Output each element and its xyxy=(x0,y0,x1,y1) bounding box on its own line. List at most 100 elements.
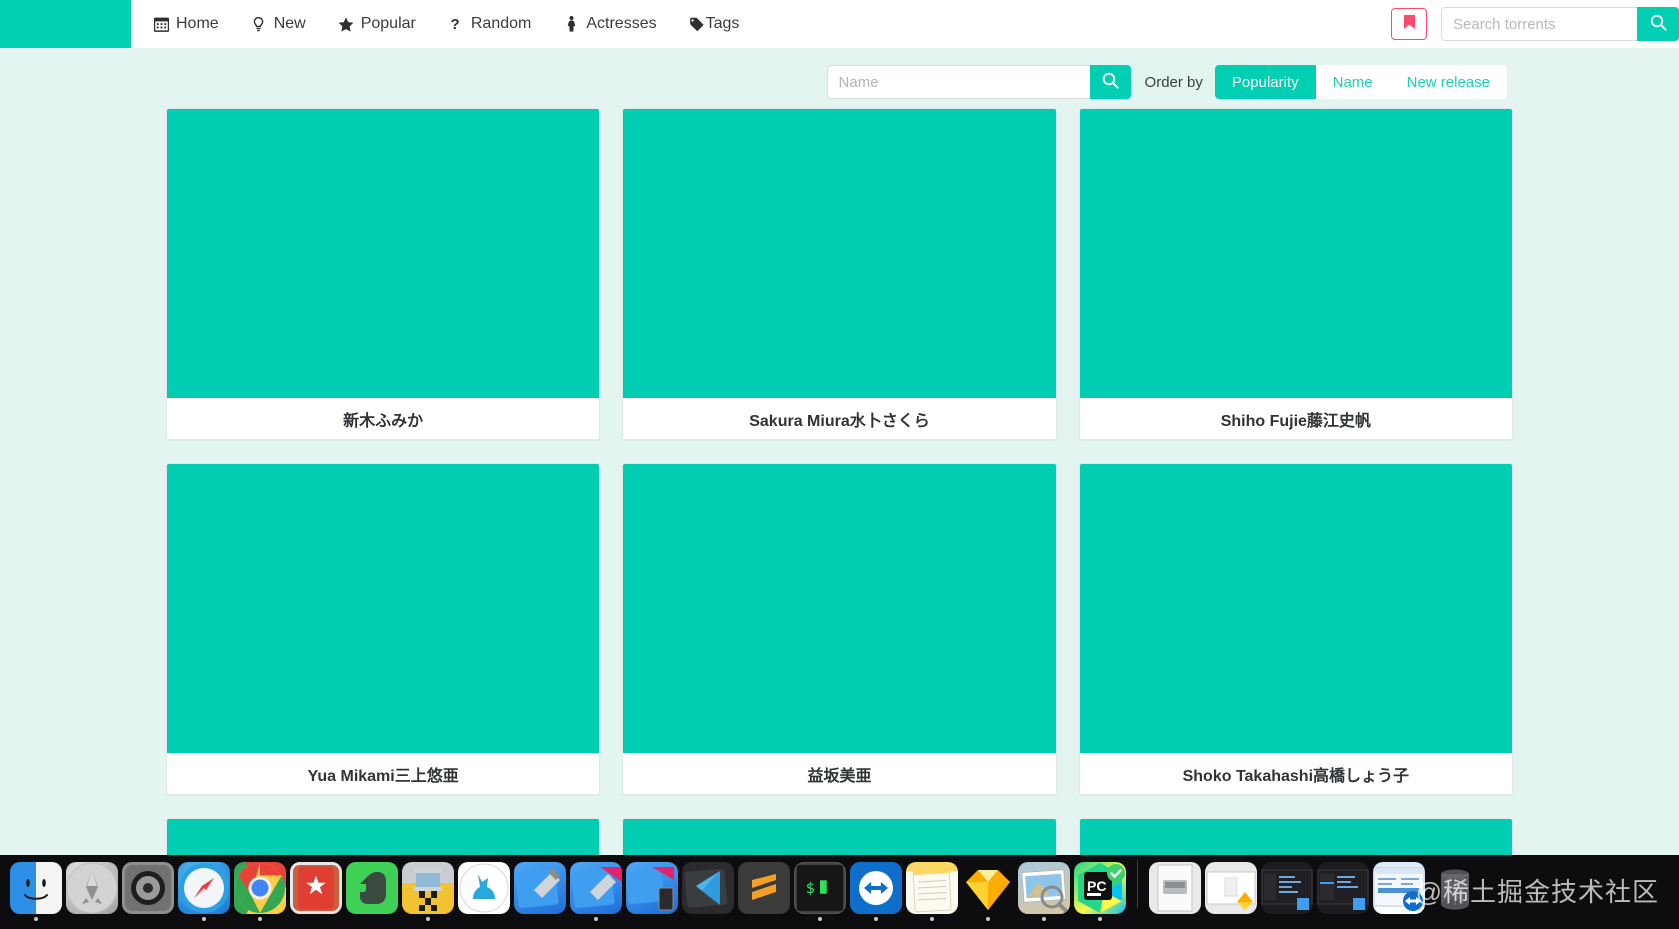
card-thumbnail xyxy=(1079,464,1512,753)
dock-item-kaleidoscope[interactable] xyxy=(458,862,510,914)
nav-item-tags-label: Tags xyxy=(705,15,740,32)
nav-item-popular-label: Popular xyxy=(360,15,416,32)
actress-card[interactable]: 益坂美亜 xyxy=(622,463,1057,795)
running-indicator xyxy=(426,917,430,921)
dock-item-notes[interactable] xyxy=(906,862,958,921)
card-title: Sakura Miura水卜さくら xyxy=(623,398,1056,439)
dock-item-finder[interactable] xyxy=(10,862,62,921)
tower-icon xyxy=(402,862,454,914)
dock-minimized-disk-image[interactable] xyxy=(1149,862,1201,914)
bookmark-icon xyxy=(1403,14,1416,35)
gear-icon xyxy=(122,862,174,914)
teamviewer-icon xyxy=(850,862,902,914)
dock-minimized-teamviewer-window[interactable] xyxy=(1373,862,1425,914)
actress-card[interactable]: Shiho Fujie藤江史帆 xyxy=(1078,108,1513,440)
chrome-icon xyxy=(234,862,286,914)
wunderlist-icon xyxy=(290,862,342,914)
actress-card[interactable]: Yua Mikami三上悠亜 xyxy=(166,463,601,795)
nav-item-new[interactable]: New xyxy=(235,0,322,48)
dock-item-tower[interactable] xyxy=(402,862,454,921)
filter-toolbar: Order by Popularity Name New release xyxy=(0,48,1679,108)
dock-separator xyxy=(1137,860,1138,908)
calendar-icon xyxy=(153,16,169,32)
dock-minimized-sketch-document[interactable] xyxy=(1205,862,1257,914)
dock-item-safari[interactable] xyxy=(178,862,230,921)
nav-item-home-label: Home xyxy=(176,15,219,32)
xcode-beta-icon xyxy=(570,862,622,914)
card-thumbnail xyxy=(167,464,600,753)
search-icon xyxy=(1650,14,1667,34)
order-by-name[interactable]: Name xyxy=(1315,65,1390,99)
navbar-search-group xyxy=(1441,7,1679,41)
dock-item-evernote[interactable] xyxy=(346,862,398,914)
vscode-icon xyxy=(682,862,734,914)
dock-item-google-chrome[interactable] xyxy=(234,862,286,921)
nav-item-home[interactable]: Home xyxy=(137,0,235,48)
name-filter-submit-button[interactable] xyxy=(1089,65,1131,99)
actress-card[interactable]: Shoko Takahashi高橋しょう子 xyxy=(1078,463,1513,795)
site-logo[interactable] xyxy=(0,0,131,48)
dock-item-visual-studio-code[interactable] xyxy=(682,862,734,914)
running-indicator xyxy=(874,917,878,921)
card-thumbnail xyxy=(623,109,1056,398)
actress-card-grid: 新木ふみか Sakura Miura水卜さくら Shiho Fujie藤江史帆 … xyxy=(0,108,1679,870)
running-indicator xyxy=(1042,917,1046,921)
dock-minimized-xcode-window-2[interactable] xyxy=(1317,862,1369,914)
card-thumbnail xyxy=(167,109,600,398)
dock-item-preview[interactable] xyxy=(1018,862,1070,921)
dock-item-pycharm[interactable]: PC xyxy=(1074,862,1126,921)
dock-item-system-preferences[interactable] xyxy=(122,862,174,914)
macos-dock: $ PC @稀土掘金技术社区 xyxy=(0,855,1679,929)
nav-item-tags[interactable]: Tags xyxy=(673,0,756,48)
nav-item-actresses-label: Actresses xyxy=(586,15,657,32)
pycharm-icon: PC xyxy=(1074,862,1126,914)
actress-card[interactable]: Sakura Miura水卜さくら xyxy=(622,108,1057,440)
tag-icon xyxy=(689,16,705,32)
sublime-text-icon xyxy=(738,862,790,914)
nav-item-random[interactable]: ? Random xyxy=(432,0,547,48)
bookmarks-button[interactable] xyxy=(1391,8,1427,40)
nav-item-popular[interactable]: Popular xyxy=(322,0,432,48)
actress-card[interactable]: 新木ふみか xyxy=(166,108,601,440)
svg-text:PC: PC xyxy=(1087,878,1106,894)
running-indicator xyxy=(34,917,38,921)
dock-item-launchpad[interactable] xyxy=(66,862,118,914)
kaleidoscope-fox-icon xyxy=(458,862,510,914)
xcode-window-icon xyxy=(1317,862,1369,914)
dock-item-wunderlist[interactable] xyxy=(290,862,342,914)
sketch-document-icon xyxy=(1205,862,1257,914)
order-by-popularity[interactable]: Popularity xyxy=(1214,65,1316,99)
nav-item-actresses[interactable]: Actresses xyxy=(547,0,672,48)
terminal-icon: $ xyxy=(794,862,846,914)
dock-item-xcode-beta[interactable] xyxy=(570,862,622,921)
dock-item-simulator[interactable] xyxy=(626,862,678,914)
evernote-elephant-icon xyxy=(346,862,398,914)
dock-item-teamviewer[interactable] xyxy=(850,862,902,921)
card-title: 益坂美亜 xyxy=(623,753,1056,794)
xcode-icon xyxy=(514,862,566,914)
order-by-new-release[interactable]: New release xyxy=(1389,65,1507,99)
safari-compass-icon xyxy=(178,862,230,914)
launchpad-icon xyxy=(66,862,118,914)
svg-text:$: $ xyxy=(806,879,815,897)
notes-icon xyxy=(906,862,958,914)
card-thumbnail xyxy=(623,464,1056,753)
order-by-label: Order by xyxy=(1144,73,1203,91)
nav-item-new-label: New xyxy=(273,15,306,32)
dock-item-sketch[interactable] xyxy=(962,862,1014,921)
dock-item-trash[interactable] xyxy=(1429,862,1481,914)
dock-item-xcode[interactable] xyxy=(514,862,566,914)
running-indicator xyxy=(986,917,990,921)
lightbulb-icon xyxy=(251,16,267,32)
search-submit-button[interactable] xyxy=(1637,7,1679,41)
trash-icon xyxy=(1429,862,1481,914)
dock-item-terminal[interactable]: $ xyxy=(794,862,846,921)
dock-minimized-xcode-window[interactable] xyxy=(1261,862,1313,914)
name-filter-input[interactable] xyxy=(826,65,1090,99)
primary-nav: Home New Popular ? Random Actresses Tags xyxy=(137,0,755,48)
person-icon xyxy=(563,16,579,32)
xcode-window-icon xyxy=(1261,862,1313,914)
running-indicator xyxy=(818,917,822,921)
search-input[interactable] xyxy=(1441,7,1637,41)
dock-item-sublime-text[interactable] xyxy=(738,862,790,914)
